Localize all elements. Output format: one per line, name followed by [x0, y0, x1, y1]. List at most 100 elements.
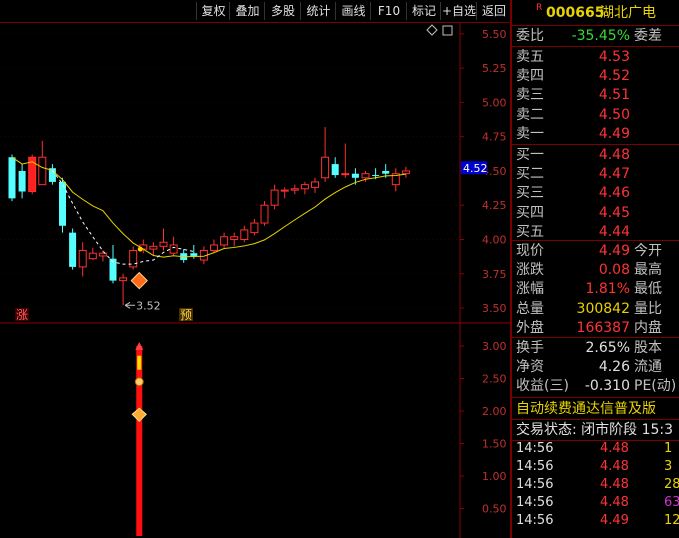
- ask-row: 卖三 4.51: [514, 85, 679, 105]
- bid-label: 买五: [516, 223, 544, 240]
- ask-label: 卖四: [516, 68, 544, 85]
- stat2-value: 4.26: [598, 359, 630, 376]
- ask-price: 4.52: [598, 68, 630, 85]
- candle-body: [88, 252, 97, 260]
- stat-value: 0.08: [598, 262, 630, 279]
- candle-body: [290, 188, 299, 191]
- bid-price: 4.48: [598, 147, 630, 163]
- ask-row: 卖五 4.53: [514, 47, 679, 67]
- ind-y-tick-label: 2.00: [482, 405, 507, 418]
- candle-body: [341, 173, 350, 176]
- tick-vol: 12: [664, 513, 679, 528]
- toolbar-button-4[interactable]: 画线: [335, 2, 371, 20]
- stat2-row: 净资 4.26 流通: [514, 357, 679, 377]
- weibi-row: 委比 -35.45% 委差: [514, 26, 679, 46]
- ask-row: 卖二 4.50: [514, 105, 679, 125]
- stat-label2: 内盘: [634, 319, 662, 336]
- tick-row: 14:56 4.48 3: [514, 458, 679, 476]
- ask-row: 卖一 4.49: [514, 124, 679, 144]
- candle-body: [372, 175, 380, 177]
- bid-price: 4.45: [598, 204, 630, 221]
- stat-row: 总量 300842 量比: [514, 299, 679, 319]
- candle-body: [280, 189, 289, 192]
- ind-y-tick-label: 1.00: [482, 470, 507, 483]
- stat-value: 4.49: [598, 243, 630, 259]
- stat2-row: 收益(三) -0.310 PE(动): [514, 376, 679, 396]
- stock-code: 000665: [546, 5, 605, 21]
- y-tick-label: 5.25: [482, 62, 507, 75]
- y-tick-label: 4.25: [482, 199, 507, 212]
- separator: [512, 397, 679, 398]
- stat2-label: 换手: [516, 340, 544, 356]
- toolbar-button-5[interactable]: F10: [370, 2, 407, 20]
- tick-price: 4.48: [600, 459, 629, 474]
- y-tick-label: 5.50: [482, 28, 507, 41]
- marker-yu: 预: [180, 308, 192, 322]
- candle-body: [78, 249, 87, 268]
- ask-price: 4.53: [598, 49, 630, 65]
- tick-time: 14:56: [516, 495, 554, 510]
- stat2-value: -0.310: [584, 378, 630, 395]
- stat2-label: 收益(三): [516, 378, 569, 395]
- ind-y-tick-label: 3.00: [482, 340, 507, 353]
- bid-price: 4.46: [598, 185, 630, 202]
- tick-row: 14:56 4.48 63: [514, 494, 679, 512]
- chart-toolbar: 复权 叠加 多股 统计 画线 F10 标记 +自选 返回: [0, 0, 510, 23]
- marker-zhang: 涨: [16, 307, 28, 322]
- candle-body: [8, 157, 16, 199]
- tick-vol: 3: [664, 459, 673, 474]
- weibi-label: 委比: [516, 28, 544, 44]
- low-marker-label: 3.52: [136, 299, 161, 312]
- toolbar-button-8[interactable]: 返回: [476, 2, 511, 20]
- ask-price: 4.51: [598, 87, 630, 104]
- toolbar-button-7[interactable]: +自选: [440, 2, 477, 20]
- tick-time: 14:56: [516, 477, 554, 492]
- candle-body: [59, 181, 66, 226]
- stat2-label2: PE(动): [634, 378, 677, 395]
- stat-label2: 最低: [634, 281, 662, 298]
- ad-banner[interactable]: 自动续费通达信普及版: [516, 399, 679, 419]
- stat-row: 现价 4.49 今开: [514, 241, 679, 261]
- stat-row: 外盘 166387 内盘: [514, 318, 679, 338]
- candle-body: [270, 189, 279, 206]
- ask-label: 卖五: [516, 49, 544, 65]
- tick-vol: 28: [664, 477, 679, 492]
- trade-status: 交易状态: 闭市阶段 15:3: [516, 422, 674, 438]
- candle-body: [250, 222, 259, 234]
- tick-price: 4.49: [600, 513, 629, 528]
- toolbar-button-2[interactable]: 多股: [264, 2, 301, 20]
- candle-body: [220, 236, 229, 246]
- stat-value: 300842: [576, 300, 630, 317]
- signal-dot: [137, 246, 143, 252]
- money-bag-icon: [134, 377, 144, 387]
- candle-body: [69, 232, 77, 267]
- indicator-bar: [136, 346, 143, 536]
- stat-label: 涨幅: [516, 281, 544, 298]
- kline-chart-svg[interactable]: 5.505.255.004.754.504.254.003.753.504.52…: [0, 23, 510, 538]
- tick-price: 4.48: [600, 441, 629, 456]
- tick-vol: 63: [664, 495, 679, 510]
- toolbar-button-3[interactable]: 统计: [300, 2, 336, 20]
- candle-body: [240, 229, 249, 240]
- bid-row: 买四 4.45: [514, 203, 679, 223]
- stat2-value: 2.65%: [585, 340, 630, 356]
- stat-row: 涨跌 0.08 最高: [514, 260, 679, 280]
- gem-icon: [130, 271, 148, 290]
- bid-label: 买四: [516, 204, 544, 221]
- stat-label: 外盘: [516, 319, 544, 336]
- kline-chart-area[interactable]: 5.50 5.25 5.00 4.75 4.50 4.25 4.00 3.75 3.50 4.52…: [0, 23, 510, 538]
- tick-row: 14:56 4.49 12: [514, 512, 679, 530]
- toolbar-button-6[interactable]: 标记: [406, 2, 441, 20]
- bid-label: 买三: [516, 185, 544, 202]
- candle-body: [210, 244, 218, 251]
- bid-price: 4.44: [598, 223, 630, 240]
- tick-vol: 1: [664, 441, 673, 456]
- toolbar-button-0[interactable]: 复权: [196, 2, 230, 20]
- bid-price: 4.47: [598, 166, 630, 183]
- ind-y-tick-label: 2.50: [482, 373, 507, 386]
- tick-row: 14:56 4.48 1: [514, 440, 679, 458]
- stat-label2: 今开: [634, 243, 662, 259]
- toolbar-button-1[interactable]: 叠加: [229, 2, 265, 20]
- stock-badge: R: [536, 3, 543, 13]
- indicator-yellow-segment: [137, 355, 142, 370]
